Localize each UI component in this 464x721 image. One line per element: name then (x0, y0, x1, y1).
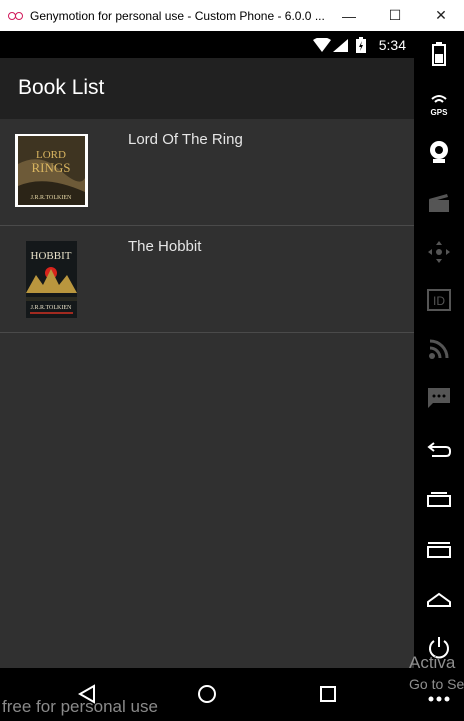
rss-icon (414, 329, 464, 369)
recent-apps-icon[interactable] (414, 479, 464, 519)
status-bar: 5:34 (0, 31, 414, 58)
activate-windows-line1: Activa (409, 653, 456, 672)
app-bar: Book List (0, 58, 414, 119)
list-item[interactable]: LORD RINGS J.R.R.TOLKIEN Lord Of The Rin… (0, 119, 414, 226)
phone-screen: 5:34 Book List LORD RINGS J.R.R.TOLKIEN … (0, 31, 414, 721)
webcam-icon[interactable] (414, 132, 464, 172)
gps-icon[interactable]: GPS (414, 84, 464, 124)
capture-icon (414, 183, 464, 223)
sms-icon (414, 378, 464, 418)
battery-icon[interactable] (414, 34, 464, 74)
window-titlebar: Genymotion for personal use - Custom Pho… (0, 0, 464, 31)
status-time: 5:34 (378, 37, 406, 53)
genymotion-toolbar: GPS ID (414, 31, 464, 721)
svg-text:RINGS: RINGS (31, 160, 70, 175)
watermark-text: free for personal use (2, 697, 158, 716)
app-title: Book List (18, 76, 105, 99)
svg-text:J.R.R.TOLKIEN: J.R.R.TOLKIEN (31, 195, 72, 201)
recents-square-icon[interactable] (319, 685, 337, 703)
window-title: Genymotion for personal use - Custom Pho… (30, 8, 325, 23)
gps-label: GPS (431, 108, 449, 117)
book-list: LORD RINGS J.R.R.TOLKIEN Lord Of The Rin… (0, 119, 414, 333)
svg-text:J.R.R.TOLKIEN: J.R.R.TOLKIEN (31, 305, 72, 311)
signal-icon (333, 39, 348, 52)
book-title: Lord Of The Ring (128, 131, 243, 148)
genymotion-logo-icon (8, 10, 24, 22)
minimize-button[interactable]: — (326, 0, 372, 31)
svg-text:HOBBIT: HOBBIT (31, 250, 72, 262)
activate-windows-line2: Go to Se (409, 676, 464, 692)
id-label: ID (433, 294, 445, 308)
dpad-icon (414, 232, 464, 272)
home-icon[interactable] (414, 580, 464, 620)
close-button[interactable]: ✕ (418, 0, 464, 31)
wifi-icon (313, 38, 331, 52)
battery-status-icon (356, 37, 366, 53)
maximize-button[interactable]: ☐ (372, 0, 418, 31)
back-icon[interactable] (414, 430, 464, 470)
id-icon: ID (414, 280, 464, 320)
home-circle-icon[interactable] (197, 684, 217, 704)
lotr-cover-image: LORD RINGS J.R.R.TOLKIEN (15, 134, 88, 207)
book-title: The Hobbit (128, 238, 202, 255)
hobbit-cover-image: HOBBIT J.R.R.TOLKIEN (26, 241, 77, 318)
list-item[interactable]: HOBBIT J.R.R.TOLKIEN The Hobbit (0, 226, 414, 333)
menu-icon[interactable] (414, 530, 464, 570)
